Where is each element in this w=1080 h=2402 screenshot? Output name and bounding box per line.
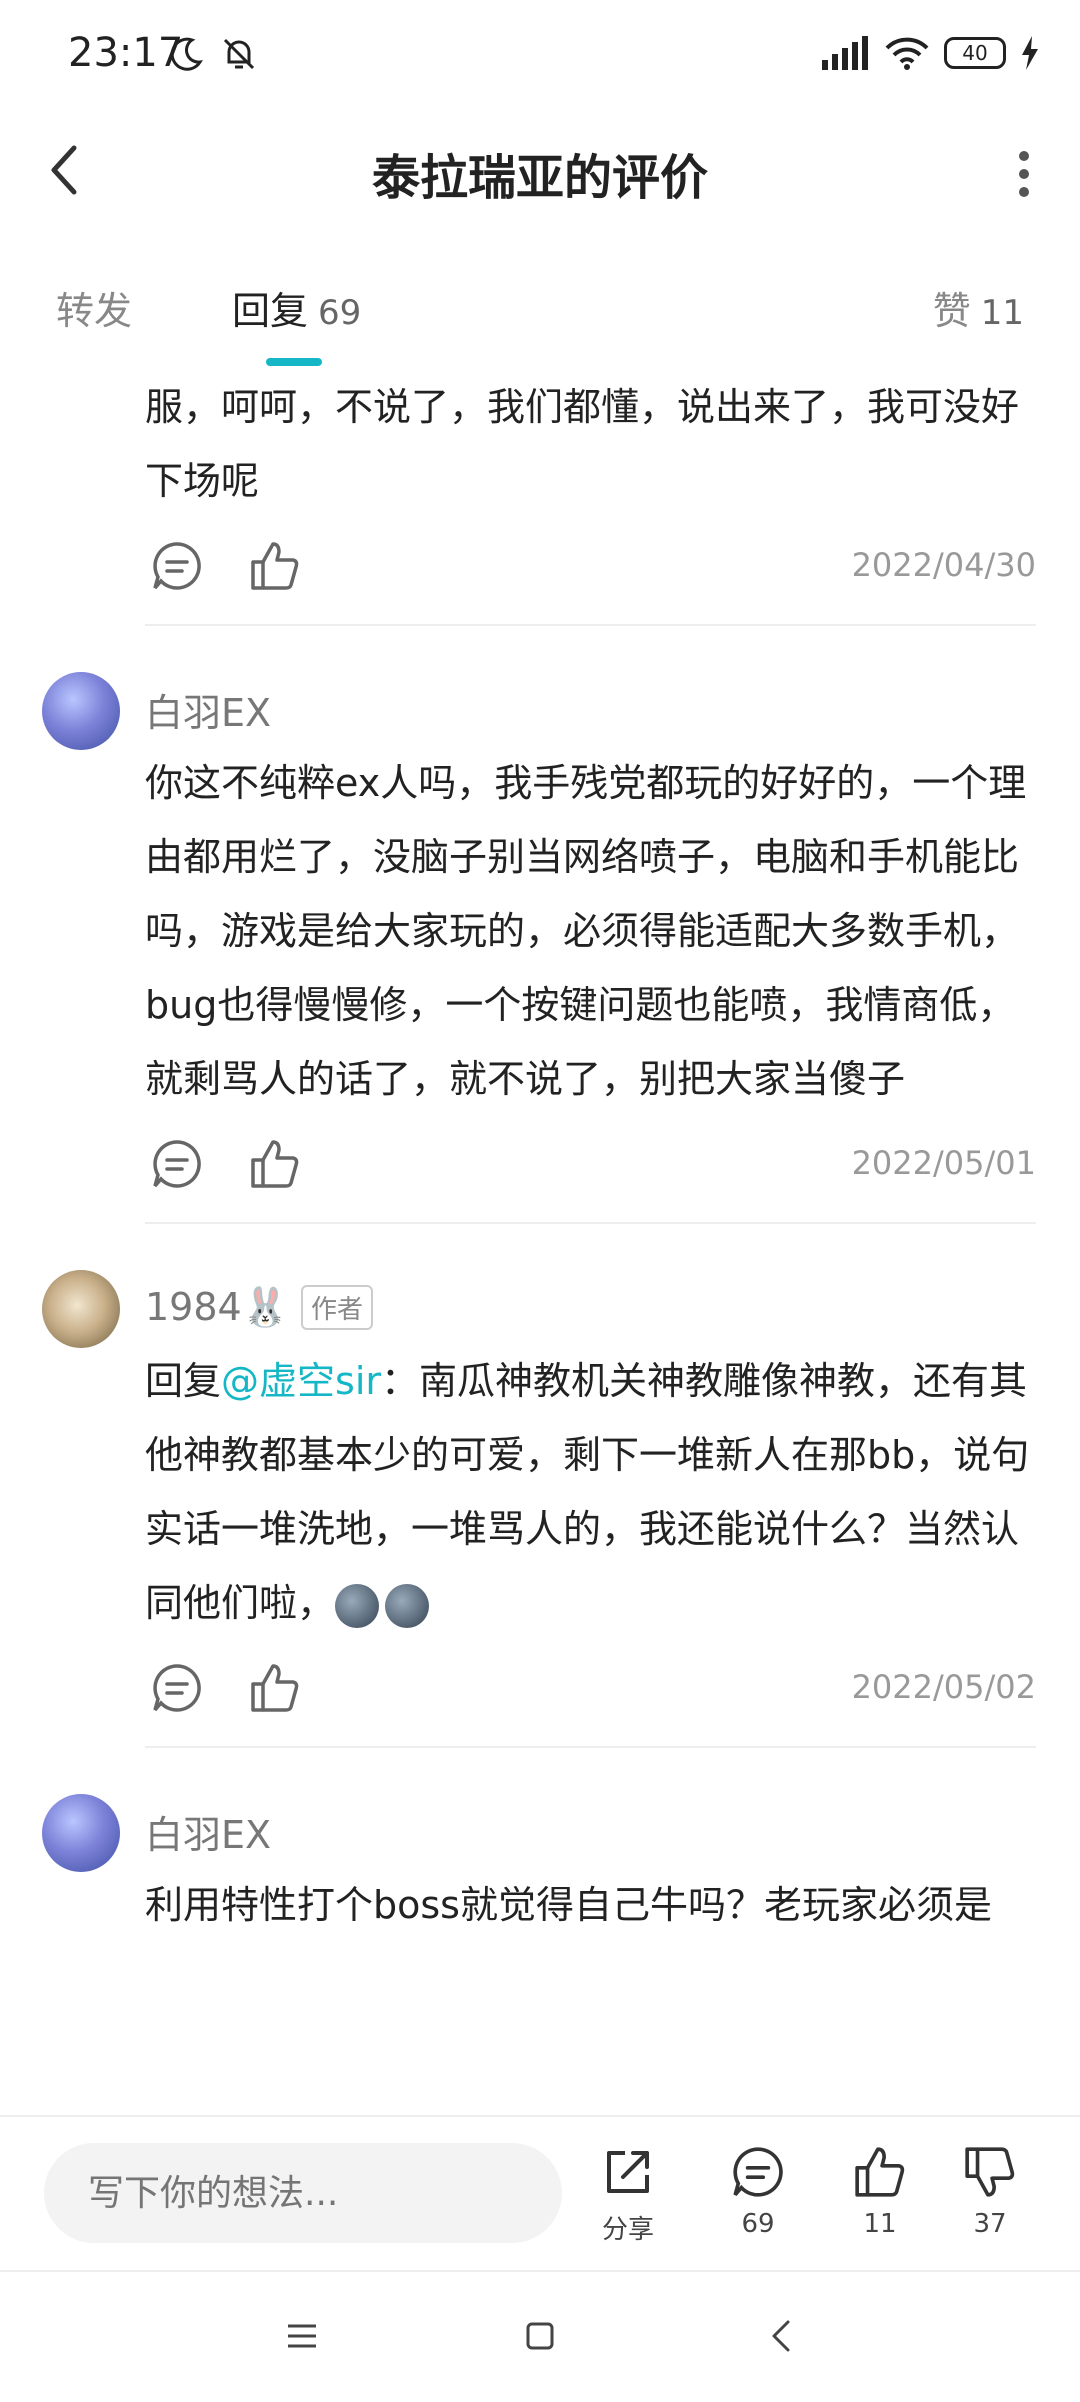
comment-actions: 2022/04/30 bbox=[145, 518, 1036, 614]
comment-date: 2022/05/01 bbox=[851, 1144, 1036, 1182]
wifi-icon bbox=[885, 37, 929, 70]
new-moon-face-emoji-icon bbox=[385, 1583, 430, 1628]
thumbs-up-icon bbox=[855, 2147, 905, 2197]
tab-label: 赞 bbox=[932, 289, 971, 333]
tab-count: 69 bbox=[318, 293, 362, 333]
comment-item: 1984🐰 作者 回复@虚空sir：南瓜神教机关神教雕像神教，还有其他神教都基本… bbox=[0, 1270, 1080, 1748]
tab-active-indicator bbox=[266, 358, 322, 366]
username[interactable]: 白羽EX bbox=[145, 1804, 271, 1859]
comment-user-row: 白羽EX bbox=[145, 672, 1036, 746]
system-navigation-bar bbox=[0, 2270, 1080, 2402]
mention-link[interactable]: @虚空sir bbox=[221, 1359, 381, 1403]
share-icon bbox=[607, 2151, 649, 2193]
comment-icon[interactable] bbox=[151, 1662, 203, 1714]
reply-prefix: 回复 bbox=[145, 1359, 222, 1403]
menu-icon bbox=[288, 2324, 316, 2348]
divider bbox=[145, 1746, 1036, 1748]
tab-forward[interactable]: 转发 bbox=[56, 280, 132, 335]
thumbs-up-icon[interactable] bbox=[249, 1138, 301, 1190]
comment-actions: 2022/05/01 bbox=[145, 1116, 1036, 1212]
home-button[interactable] bbox=[520, 2316, 560, 2356]
avatar[interactable] bbox=[42, 1794, 120, 1872]
username[interactable]: 白羽EX bbox=[145, 682, 271, 737]
share-button[interactable]: 分享 bbox=[578, 2145, 678, 2246]
comment-icon[interactable] bbox=[151, 1138, 203, 1190]
status-icons-left bbox=[166, 34, 259, 78]
tab-likes[interactable]: 赞 11 bbox=[933, 280, 1024, 335]
comment-text: 你这不纯粹ex人吗，我手残党都玩的好好的，一个理由都用烂了，没脑子别当网络喷子，… bbox=[145, 761, 1027, 1101]
author-badge: 作者 bbox=[301, 1284, 374, 1330]
comments-count: 69 bbox=[741, 2209, 775, 2239]
comment-user-row: 1984🐰 作者 bbox=[145, 1270, 1036, 1344]
comments-button[interactable]: 69 bbox=[708, 2145, 808, 2239]
avatar[interactable] bbox=[42, 1270, 120, 1348]
comment-icon[interactable] bbox=[151, 540, 203, 592]
likes-count: 11 bbox=[863, 2209, 897, 2239]
square-icon bbox=[526, 2322, 554, 2350]
status-icons-right: 40 bbox=[820, 36, 1040, 70]
avatar[interactable] bbox=[42, 672, 120, 750]
comment-item: 白羽EX 利用特性打个boss就觉得自己牛吗？老玩家必须是 bbox=[0, 1794, 1080, 1942]
chevron-left-icon bbox=[772, 2320, 790, 2352]
divider bbox=[145, 624, 1036, 626]
comment-actions: 2022/05/02 bbox=[145, 1640, 1036, 1736]
comment-item: 白羽EX 你这不纯粹ex人吗，我手残党都玩的好好的，一个理由都用烂了，没脑子别当… bbox=[0, 672, 1080, 1224]
page-title: 泰拉瑞亚的评价 bbox=[371, 150, 708, 206]
tab-replies[interactable]: 回复 69 bbox=[232, 280, 361, 335]
comment-feed[interactable]: 服，呵呵，不说了，我们都懂，说出来了，我可没好下场呢 2022/04/30 白羽… bbox=[0, 370, 1080, 2115]
tab-bar: 转发 回复 69 赞 11 bbox=[0, 240, 1080, 370]
bottom-action-bar: 分享 69 11 37 bbox=[0, 2115, 1080, 2272]
tab-count: 11 bbox=[980, 293, 1024, 333]
comment-item: 服，呵呵，不说了，我们都懂，说出来了，我可没好下场呢 2022/04/30 bbox=[0, 370, 1080, 626]
comment-text: 利用特性打个boss就觉得自己牛吗？老玩家必须是 bbox=[145, 1883, 992, 1927]
comment-date: 2022/04/30 bbox=[851, 546, 1036, 584]
comment-text: 服，呵呵，不说了，我们都懂，说出来了，我可没好下场呢 bbox=[145, 385, 1020, 503]
mute-bell-icon bbox=[224, 38, 255, 70]
username[interactable]: 1984🐰 bbox=[145, 1285, 289, 1330]
comment-user-row: 白羽EX bbox=[145, 1794, 1036, 1868]
comment-date: 2022/05/02 bbox=[851, 1668, 1036, 1706]
divider bbox=[145, 1222, 1036, 1224]
battery-level: 40 bbox=[944, 37, 1006, 69]
comment-input[interactable] bbox=[44, 2143, 562, 2243]
recents-button[interactable] bbox=[282, 2316, 322, 2356]
thumbs-up-icon[interactable] bbox=[249, 1662, 301, 1714]
share-label: 分享 bbox=[601, 2215, 654, 2245]
top-bar: 泰拉瑞亚的评价 bbox=[0, 120, 1080, 220]
tab-label: 转发 bbox=[56, 289, 133, 333]
thumbs-up-icon[interactable] bbox=[249, 540, 301, 592]
system-back-button[interactable] bbox=[762, 2316, 802, 2356]
signal-icon bbox=[822, 36, 868, 70]
charging-icon bbox=[1022, 36, 1038, 70]
tab-label: 回复 bbox=[232, 289, 309, 333]
new-moon-face-emoji-icon bbox=[335, 1583, 380, 1628]
thumbs-down-icon bbox=[965, 2147, 1015, 2197]
moon-icon bbox=[170, 37, 203, 71]
status-bar: 23:17 40 bbox=[0, 0, 1080, 120]
more-vertical-icon bbox=[1019, 151, 1029, 197]
comment-text: 回复@虚空sir：南瓜神教机关神教雕像神教，还有其他神教都基本少的可爱，剩下一堆… bbox=[145, 1344, 1036, 1640]
like-button[interactable]: 11 bbox=[830, 2145, 930, 2239]
dislikes-count: 37 bbox=[973, 2209, 1007, 2239]
dislike-button[interactable]: 37 bbox=[940, 2145, 1040, 2239]
more-options-button[interactable] bbox=[1002, 144, 1046, 204]
comment-icon bbox=[733, 2147, 783, 2197]
